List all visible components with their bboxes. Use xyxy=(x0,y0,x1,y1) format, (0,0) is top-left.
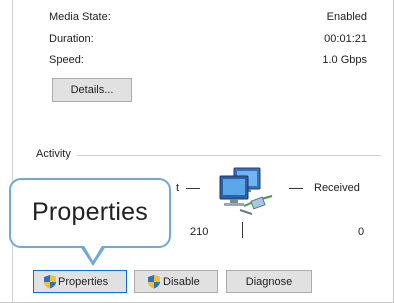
activity-label: Activity xyxy=(36,148,77,160)
received-label: Received xyxy=(314,182,360,194)
diagnose-button[interactable]: Diagnose xyxy=(226,270,312,293)
uac-shield-icon xyxy=(148,275,160,289)
media-state-label: Media State: xyxy=(49,11,111,23)
properties-button-label: Properties xyxy=(58,276,109,288)
callout-pointer-fill xyxy=(83,244,103,261)
uac-shield-icon xyxy=(44,275,56,289)
callout-text: Properties xyxy=(32,198,148,226)
sent-value: 210 xyxy=(190,226,209,238)
media-state-value: Enabled xyxy=(326,11,367,23)
diagnose-button-label: Diagnose xyxy=(245,276,293,288)
details-button-label: Details... xyxy=(70,84,114,96)
disable-button-label: Disable xyxy=(163,276,200,288)
received-dash xyxy=(289,188,303,189)
speed-value: 1.0 Gbps xyxy=(322,54,367,66)
sent-label-partial: t xyxy=(176,182,180,194)
properties-callout: Properties xyxy=(9,178,171,248)
activity-separator xyxy=(242,222,243,238)
activity-divider xyxy=(36,155,381,156)
details-button[interactable]: Details... xyxy=(52,78,132,102)
properties-button[interactable]: Properties xyxy=(33,270,127,293)
duration-label: Duration: xyxy=(49,33,94,45)
speed-label: Speed: xyxy=(49,54,84,66)
duration-value: 00:01:21 xyxy=(324,33,367,45)
network-computers-icon xyxy=(219,167,273,215)
sent-dash xyxy=(186,188,200,189)
received-value: 0 xyxy=(358,226,365,238)
disable-button[interactable]: Disable xyxy=(134,270,218,293)
dialog-left-border xyxy=(12,0,13,303)
